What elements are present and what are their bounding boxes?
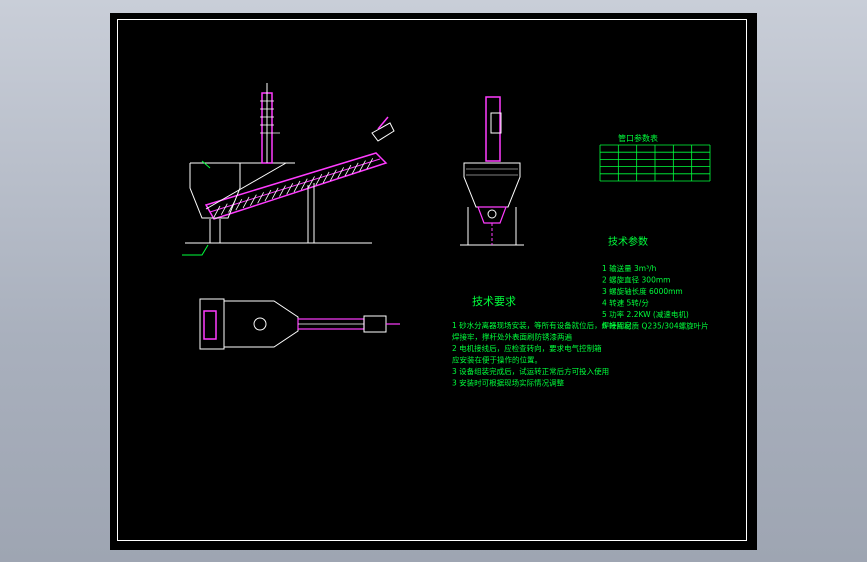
spec-line: 4 转速 5转/分 — [602, 298, 649, 308]
spec-line: 5 功率 2.2KW (减速电机) — [602, 309, 689, 319]
parameter-table: 管口参数表 — [599, 133, 711, 182]
plan-view — [199, 298, 400, 350]
requirement-line: 3 安装时可根据现场实际情况调整 — [452, 378, 565, 388]
screw-flight — [235, 198, 243, 211]
screw-flight — [257, 192, 264, 204]
screw-flight — [271, 187, 279, 200]
screw-flight — [264, 189, 272, 202]
spec-line: 1 输送量 3m³/h — [602, 263, 657, 273]
spec-line: 3 螺旋轴长度 6000mm — [602, 286, 683, 296]
cad-drawing: 管口参数表 技术参数 1 输送量 3m³/h 2 螺旋直径 300mm3 螺旋轴长… — [182, 83, 711, 388]
requirements-title: 技术要求 — [472, 295, 516, 308]
screw-flight — [242, 196, 250, 209]
front-elevation-view — [182, 83, 395, 256]
spec-line: 2 螺旋直径 300mm — [602, 275, 670, 285]
screw-flight — [286, 183, 294, 195]
screw-flight — [220, 203, 228, 215]
screw-flight — [279, 185, 286, 197]
requirement-line: 3 设备组装完成后，试运转正常后方可投入使用 — [452, 366, 609, 376]
side-elevation-view — [460, 96, 524, 246]
screw-flight — [250, 194, 257, 206]
requirement-line: 焊接牢，撑杆处外表面刷防锈漆两遍 — [452, 332, 572, 342]
specs-title: 技术参数 — [608, 235, 648, 248]
screw-flight — [300, 178, 308, 190]
technical-requirements: 技术要求 1 砂水分离器现场安装，等所有设备就位后，焊接固定焊接牢，撑杆处外表面… — [452, 295, 632, 388]
requirement-line: 1 砂水分离器现场安装，等所有设备就位后，焊接固定 — [452, 320, 632, 330]
screw-flight — [293, 180, 301, 193]
drawing-sheet: 管口参数表 技术参数 1 输送量 3m³/h 2 螺旋直径 300mm 3 螺旋轴长… — [110, 13, 757, 550]
table-title: 管口参数表 — [618, 133, 658, 143]
screw-flight — [213, 205, 221, 218]
technical-specs: 技术参数 1 输送量 3m³/h 2 螺旋直径 300mm3 螺旋轴长度 6000… — [602, 235, 709, 331]
requirement-line: 2 电机接线后，应检查转向，要求电气控制箱 — [452, 343, 602, 353]
requirement-line: 应安装在便于操作的位置。 — [452, 355, 542, 365]
